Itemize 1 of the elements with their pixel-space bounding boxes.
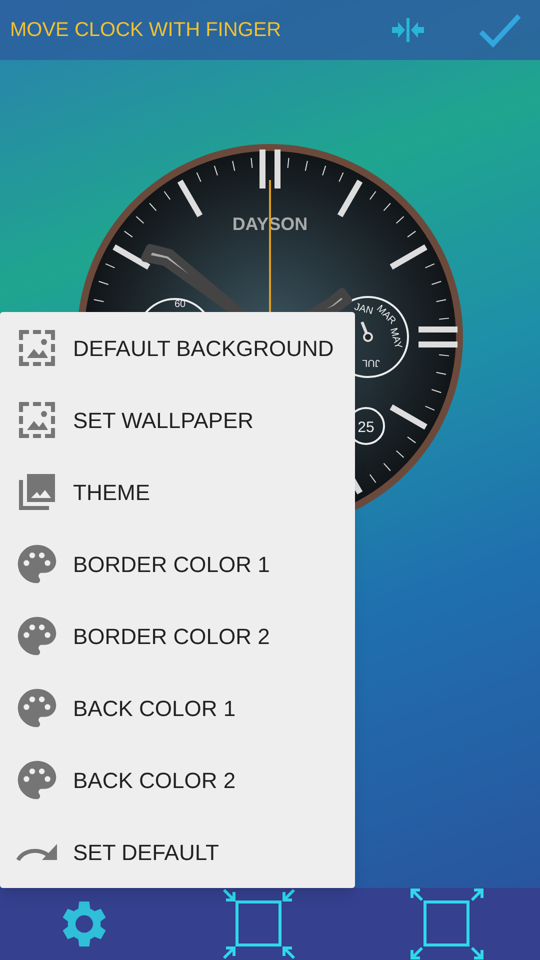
- screen-title: MOVE CLOCK WITH FINGER: [10, 18, 282, 43]
